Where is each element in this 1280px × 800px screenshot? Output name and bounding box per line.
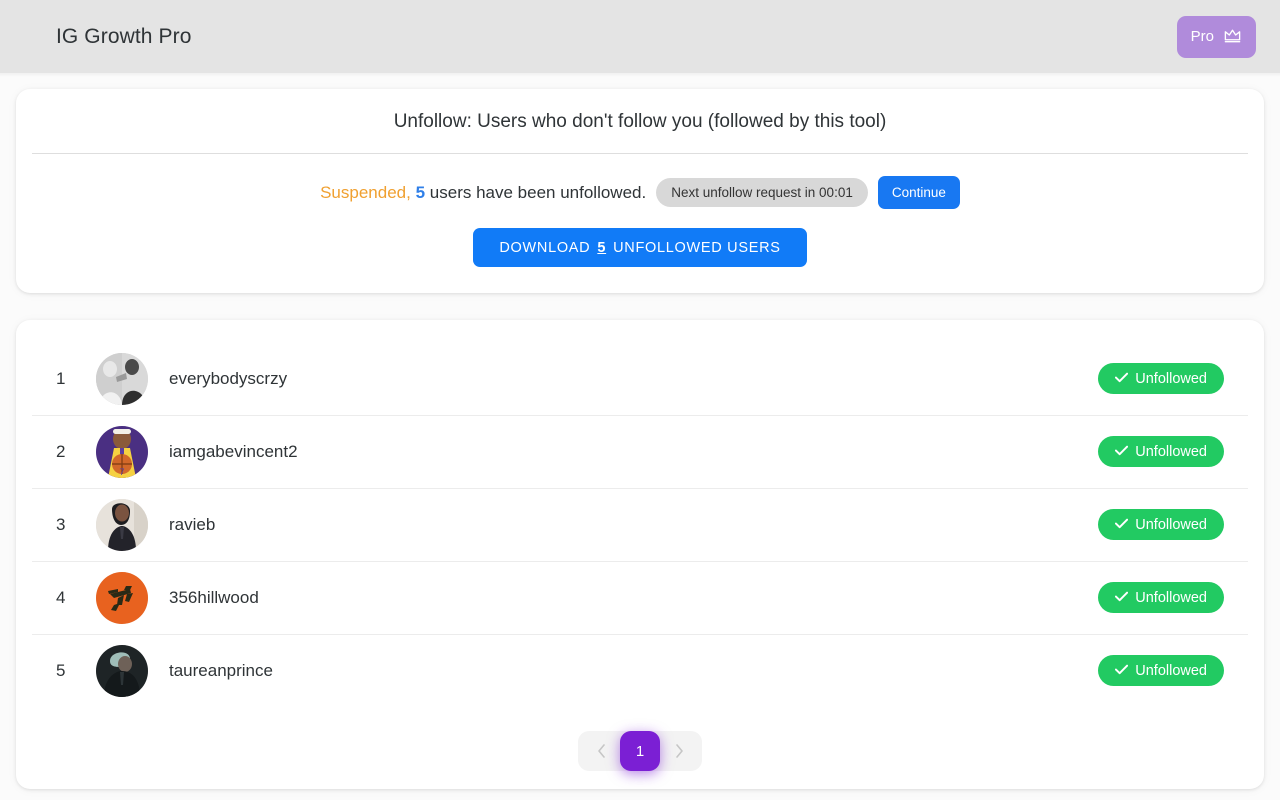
check-icon (1115, 444, 1128, 460)
row-rank: 5 (56, 661, 96, 681)
avatar (96, 572, 148, 624)
row-username[interactable]: 356hillwood (169, 588, 259, 608)
chevron-left-icon[interactable] (584, 731, 618, 771)
user-list-card: 1 everybodyscrzy Unfollowed (16, 320, 1264, 789)
row-username[interactable]: taureanprince (169, 661, 273, 681)
app-header: IG Growth Pro Pro (0, 0, 1280, 73)
pro-badge-button[interactable]: Pro (1177, 16, 1256, 58)
download-button-count: 5 (597, 240, 606, 256)
download-button-row: DOWNLOAD 5 UNFOLLOWED USERS (16, 209, 1264, 267)
row-rank: 4 (56, 588, 96, 608)
avatar: 7 (96, 426, 148, 478)
status-card: Unfollow: Users who don't follow you (fo… (16, 89, 1264, 293)
table-row: 1 everybodyscrzy Unfollowed (16, 342, 1264, 415)
status-badge[interactable]: Unfollowed (1098, 363, 1224, 394)
status-badge-label: Unfollowed (1135, 590, 1207, 606)
status-badge-label: Unfollowed (1135, 444, 1207, 460)
status-badge[interactable]: Unfollowed (1098, 436, 1224, 467)
check-icon (1115, 371, 1128, 387)
pagination-page-1[interactable]: 1 (620, 731, 660, 771)
table-row: 4 356hillwood (16, 561, 1264, 634)
check-icon (1115, 517, 1128, 533)
status-state-label: Suspended, (320, 183, 411, 202)
app-title: IG Growth Pro (56, 25, 192, 49)
table-row: 2 7 iamgabevincent2 Unfo (16, 415, 1264, 488)
row-username[interactable]: everybodyscrzy (169, 369, 287, 389)
unfollowed-count: 5 (416, 183, 425, 202)
status-message-row: Suspended, 5 users have been unfollowed.… (16, 154, 1264, 209)
pagination: 1 (16, 707, 1264, 771)
pro-badge-label: Pro (1191, 28, 1214, 45)
status-badge[interactable]: Unfollowed (1098, 582, 1224, 613)
avatar (96, 499, 148, 551)
row-username[interactable]: ravieb (169, 515, 215, 535)
download-button-prefix: DOWNLOAD (499, 240, 590, 256)
check-icon (1115, 590, 1128, 606)
status-badge-label: Unfollowed (1135, 517, 1207, 533)
next-request-timer: Next unfollow request in 00:01 (656, 178, 868, 207)
status-badge-label: Unfollowed (1135, 371, 1207, 387)
status-message-tail: users have been unfollowed. (430, 183, 646, 202)
check-icon (1115, 663, 1128, 679)
status-badge-label: Unfollowed (1135, 663, 1207, 679)
continue-button[interactable]: Continue (878, 176, 960, 209)
avatar (96, 353, 148, 405)
row-username[interactable]: iamgabevincent2 (169, 442, 298, 462)
download-button-suffix: UNFOLLOWED USERS (613, 240, 781, 256)
row-rank: 1 (56, 369, 96, 389)
row-rank: 3 (56, 515, 96, 535)
row-rank: 2 (56, 442, 96, 462)
page-body: Unfollow: Users who don't follow you (fo… (0, 73, 1280, 800)
download-unfollowed-users-button[interactable]: DOWNLOAD 5 UNFOLLOWED USERS (473, 228, 806, 267)
table-row: 5 taureanprince Unfollowed (16, 634, 1264, 707)
chevron-right-icon[interactable] (662, 731, 696, 771)
avatar (96, 645, 148, 697)
status-badge[interactable]: Unfollowed (1098, 655, 1224, 686)
svg-text:7: 7 (119, 467, 124, 477)
status-card-title: Unfollow: Users who don't follow you (fo… (16, 89, 1264, 153)
table-row: 3 ravieb Unfollowed (16, 488, 1264, 561)
status-badge[interactable]: Unfollowed (1098, 509, 1224, 540)
status-message: Suspended, 5 users have been unfollowed. (320, 183, 646, 203)
crown-icon (1223, 27, 1242, 47)
pagination-bar: 1 (578, 731, 702, 771)
